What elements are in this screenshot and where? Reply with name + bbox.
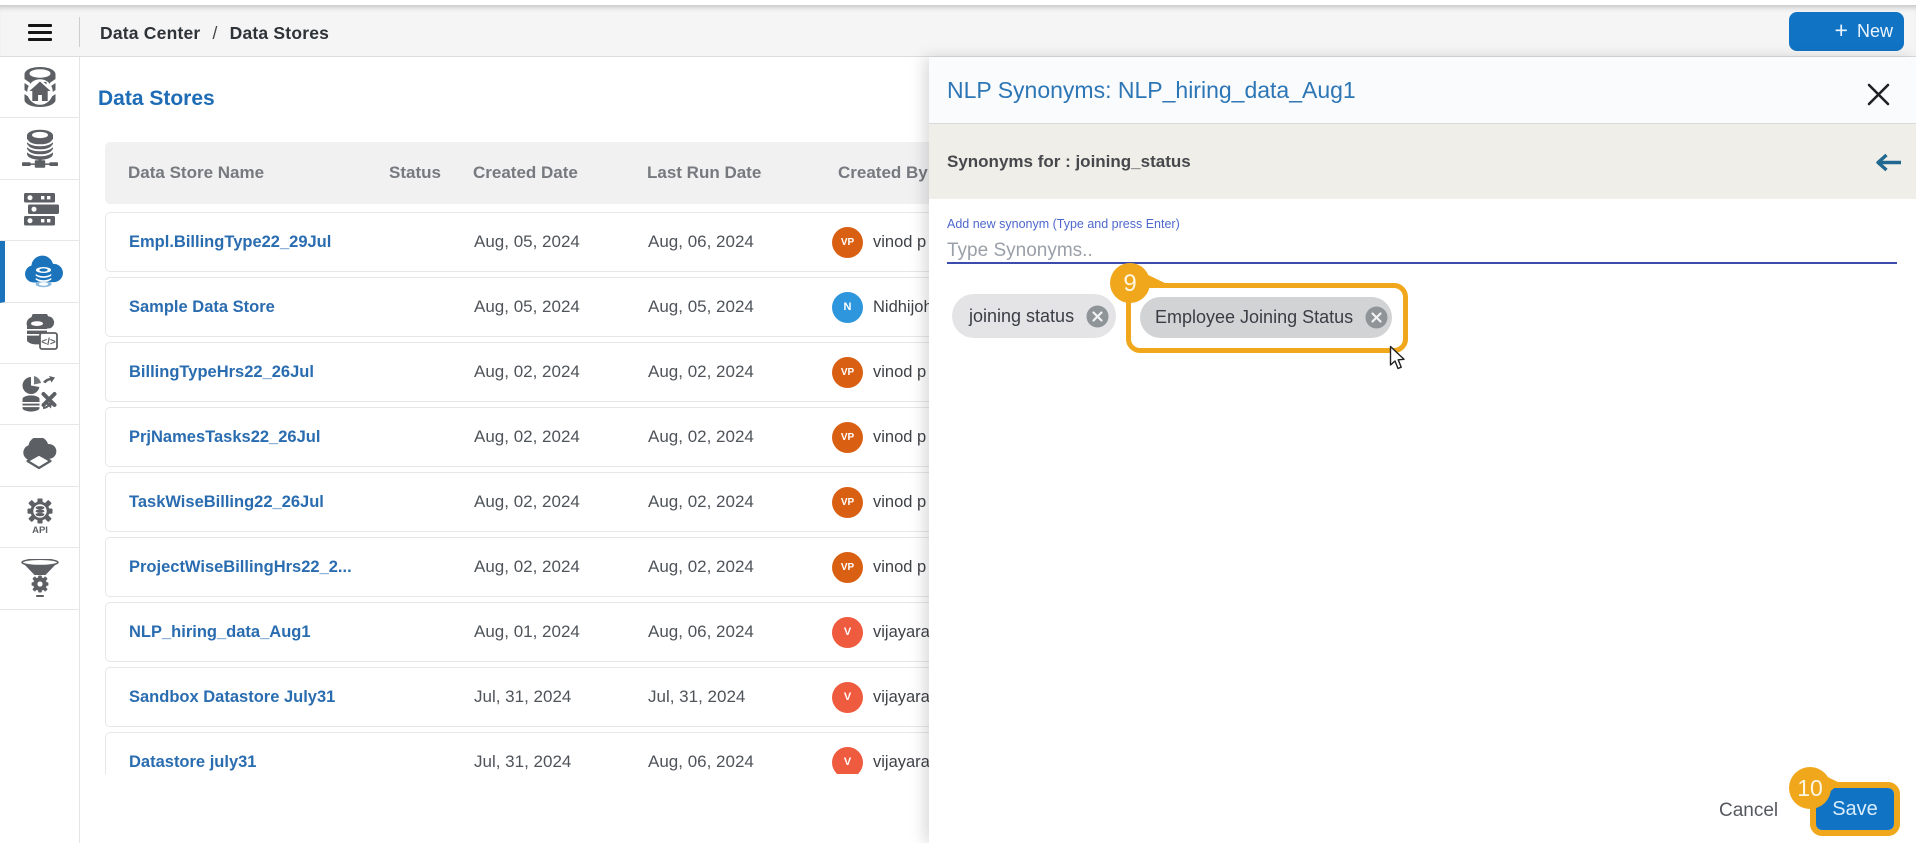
svg-text:9: 9: [1123, 270, 1136, 297]
svg-text:10: 10: [1797, 775, 1823, 801]
svg-text:</>: </>: [41, 337, 56, 348]
svg-text:API: API: [32, 525, 48, 536]
